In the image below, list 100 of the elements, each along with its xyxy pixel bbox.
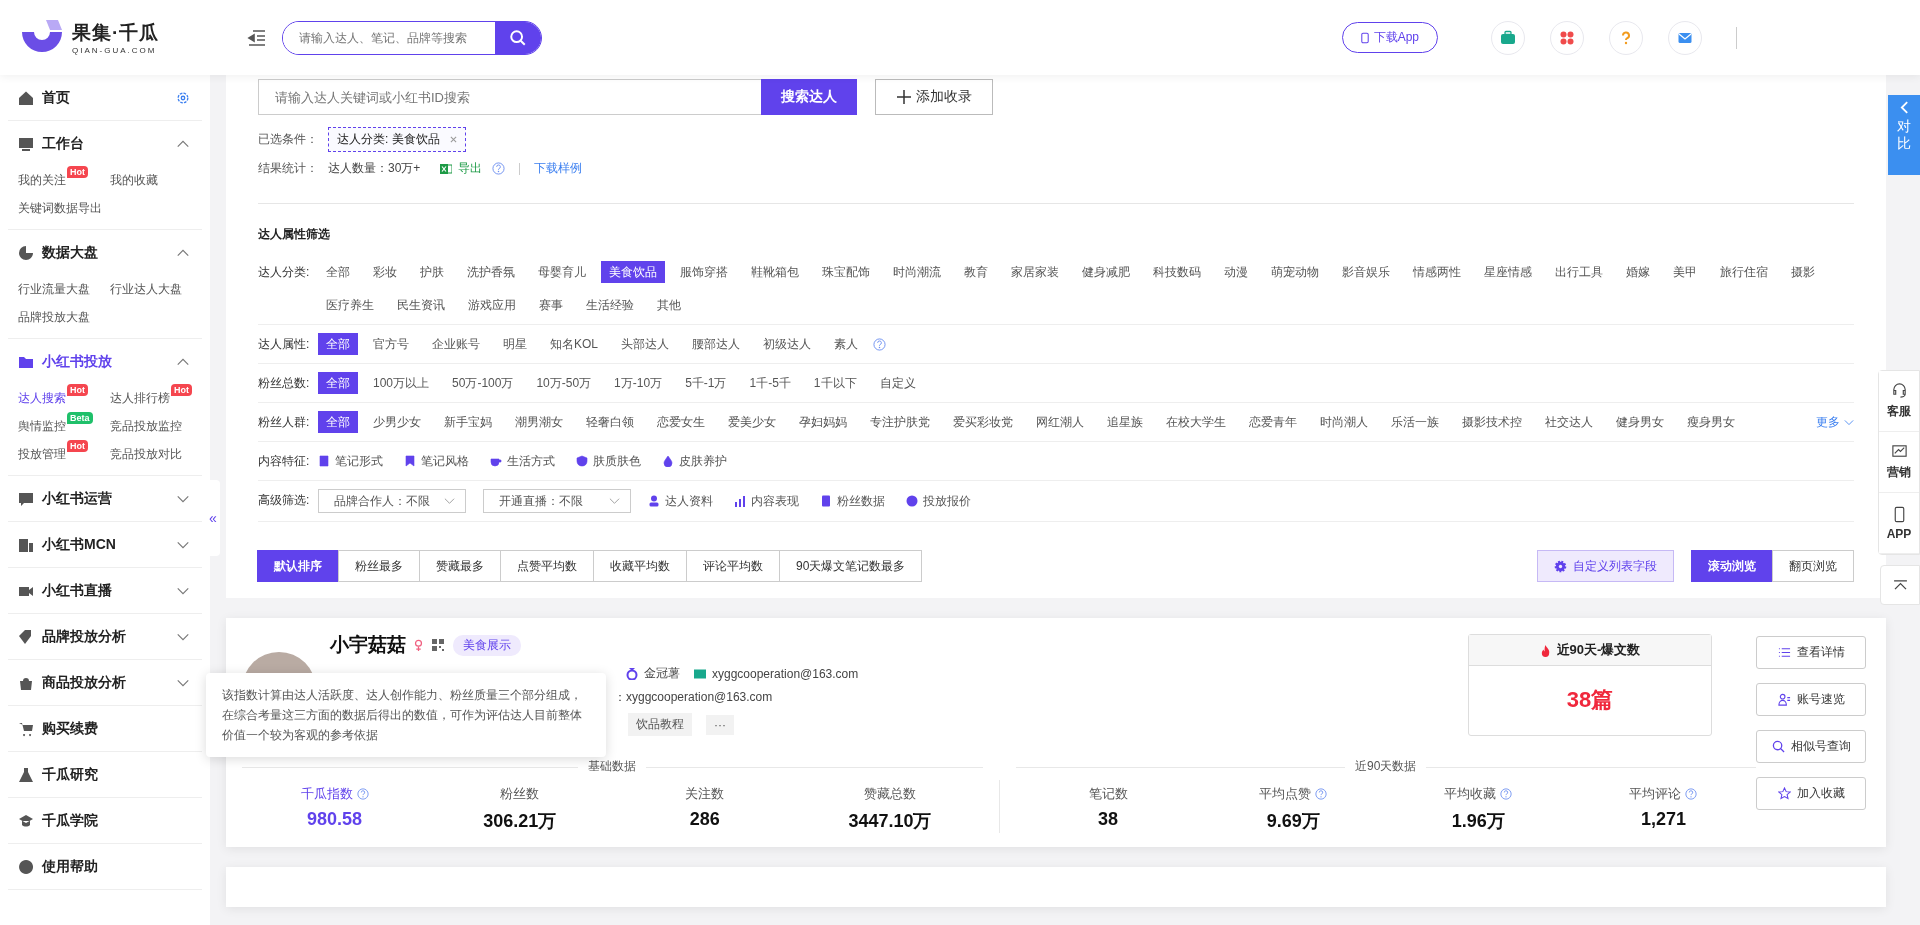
feature-option[interactable]: 生活方式 [490,450,555,472]
sidebar-section[interactable]: 数据大盘 [8,230,202,275]
sidebar-item[interactable]: 我的收藏 [110,166,158,189]
filter-option[interactable]: 爱美少女 [720,411,784,433]
filter-dropdown[interactable]: 品牌合作人：不限 [318,489,466,513]
filter-option[interactable]: 旅行住宿 [1712,261,1776,283]
sidebar-item[interactable]: 舆情监控 [18,412,66,435]
condition-tag[interactable]: 达人分类: 美食饮品 [328,127,466,152]
filter-option[interactable]: 婚嫁 [1618,261,1658,283]
filter-dropdown[interactable]: 开通直播：不限 [483,489,631,513]
filter-option[interactable]: 医疗养生 [318,294,382,316]
filter-option[interactable]: 10万-50万 [528,372,600,394]
filter-option[interactable]: 恋爱青年 [1241,411,1305,433]
filter-option[interactable]: 鞋靴箱包 [743,261,807,283]
settings-icon[interactable] [176,90,190,105]
filter-option[interactable]: 教育 [956,261,996,283]
sort-tab[interactable]: 粉丝最多 [338,550,420,582]
filter-option[interactable]: 网红潮人 [1028,411,1092,433]
filter-option[interactable]: 全部 [318,333,358,355]
view-mode-tab[interactable]: 滚动浏览 [1691,550,1773,582]
advanced-filter-link[interactable]: 达人资料 [648,490,713,512]
filter-option[interactable]: 时尚潮人 [1312,411,1376,433]
action-button[interactable]: 相似号查询 [1756,730,1866,763]
filter-option[interactable]: 新手宝妈 [436,411,500,433]
filter-option[interactable]: 赛事 [531,294,571,316]
advanced-filter-link[interactable]: 投放报价 [906,490,971,512]
filter-option[interactable]: 洗护香氛 [459,261,523,283]
filter-option[interactable]: 护肤 [412,261,452,283]
content-tag[interactable]: ··· [706,714,734,735]
sidebar-item[interactable]: 我的关注 [18,166,66,189]
creator-name[interactable]: 小宇菇菇 [330,632,406,658]
filter-option[interactable]: 5千-1万 [677,372,735,394]
filter-option[interactable]: 健身男女 [1608,411,1672,433]
more-link[interactable]: 更多 [1816,411,1854,433]
filter-option[interactable]: 自定义 [871,372,924,394]
search-creator-button[interactable]: 搜索达人 [761,79,857,115]
sort-tab[interactable]: 默认排序 [257,550,339,582]
filter-option[interactable]: 全部 [318,372,358,394]
advanced-filter-link[interactable]: 内容表现 [734,490,799,512]
filter-option[interactable]: 明星 [495,333,535,355]
export-link[interactable]: 导出 [440,160,483,177]
sidebar-section[interactable]: 小红书运营 [8,476,202,521]
sidebar-section[interactable]: 首页 [8,75,202,120]
filter-option[interactable]: 其他 [649,294,689,316]
advanced-filter-link[interactable]: 粉丝数据 [820,490,885,512]
filter-option[interactable]: 恋爱女生 [649,411,713,433]
filter-option[interactable]: 1千以下 [805,372,865,394]
sort-tab[interactable]: 赞藏最多 [419,550,501,582]
filter-option[interactable]: 100万以上 [365,372,438,394]
sidebar-item[interactable]: 行业达人大盘 [110,275,182,298]
filter-option[interactable]: 母婴育儿 [530,261,594,283]
sort-tab[interactable]: 90天爆文笔记数最多 [779,550,923,582]
filter-option[interactable]: 星座情感 [1476,261,1540,283]
filter-option[interactable]: 出行工具 [1547,261,1611,283]
download-sample-link[interactable]: 下载样例 [534,160,583,177]
sidebar-item[interactable]: 品牌投放大盘 [18,303,90,326]
filter-option[interactable]: 服饰穿搭 [672,261,736,283]
filter-option[interactable]: 情感两性 [1405,261,1469,283]
feature-option[interactable]: 笔记风格 [404,450,469,472]
filter-option[interactable]: 孕妇妈妈 [791,411,855,433]
filter-option[interactable]: 素人 [826,333,866,355]
content-tag[interactable]: 饮品教程 [628,713,692,736]
filter-option[interactable]: 在校大学生 [1158,411,1234,433]
filter-option[interactable]: 1千-5千 [741,372,799,394]
filter-option[interactable]: 专注护肤党 [862,411,938,433]
filter-option[interactable]: 美食饮品 [601,261,665,283]
filter-option[interactable]: 1万-10万 [606,372,671,394]
sort-tab[interactable]: 收藏平均数 [593,550,687,582]
sort-tab[interactable]: 评论平均数 [686,550,780,582]
filter-option[interactable]: 家居家装 [1003,261,1067,283]
filter-option[interactable]: 游戏应用 [460,294,524,316]
filter-option[interactable]: 美甲 [1665,261,1705,283]
sidebar-section[interactable]: 小红书直播 [8,568,202,613]
action-button[interactable]: 加入收藏 [1756,777,1866,810]
filter-option[interactable]: 民生资讯 [389,294,453,316]
filter-option[interactable]: 乐活一族 [1383,411,1447,433]
filter-option[interactable]: 珠宝配饰 [814,261,878,283]
search-field[interactable]: 请输入达人、笔记、品牌等搜索 [282,20,542,55]
filter-option[interactable]: 动漫 [1216,261,1256,283]
action-button[interactable]: 账号速览 [1756,683,1866,716]
filter-option[interactable]: 腰部达人 [684,333,748,355]
sidebar-section[interactable]: 商品投放分析 [8,660,202,705]
feature-option[interactable]: 笔记形式 [318,450,383,472]
filter-option[interactable]: 社交达人 [1537,411,1601,433]
filter-option[interactable]: 潮男潮女 [507,411,571,433]
filter-option[interactable]: 50万-100万 [444,372,522,394]
sidebar-item[interactable]: 关键词数据导出 [18,194,102,217]
filter-option[interactable]: 全部 [318,411,358,433]
filter-option[interactable]: 摄影技术控 [1454,411,1530,433]
filter-option[interactable]: 企业账号 [424,333,488,355]
sidebar-item[interactable]: 达人排行榜 [110,384,170,407]
sidebar-section[interactable]: 品牌投放分析 [8,614,202,659]
sidebar-section[interactable]: 千瓜学院 [8,798,202,843]
download-app-button[interactable]: 下载App [1341,22,1438,53]
filter-option[interactable]: 时尚潮流 [885,261,949,283]
filter-option[interactable]: 影音娱乐 [1334,261,1398,283]
filter-option[interactable]: 爱买彩妆党 [945,411,1021,433]
filter-option[interactable]: 全部 [318,261,358,283]
collapse-sidebar-button[interactable]: « [206,480,220,556]
filter-option[interactable]: 萌宠动物 [1263,261,1327,283]
